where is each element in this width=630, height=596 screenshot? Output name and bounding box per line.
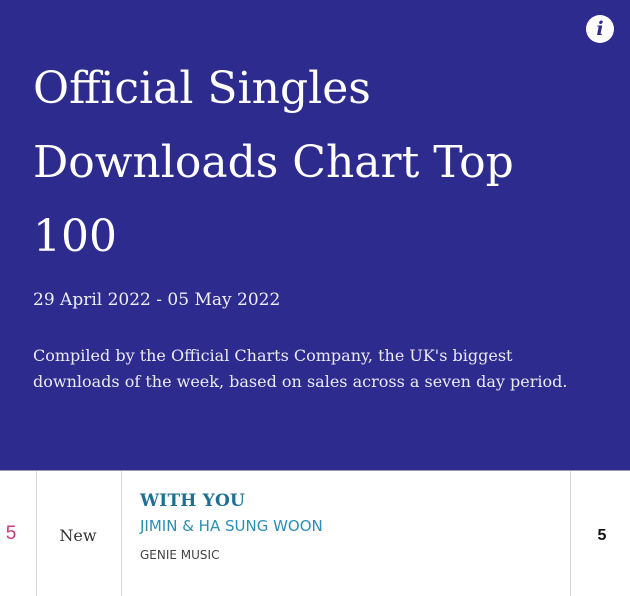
chart-date-range: 29 April 2022 - 05 May 2022	[33, 290, 281, 310]
chart-description: Compiled by the Official Charts Company,…	[33, 346, 568, 391]
info-icon: i	[596, 17, 604, 40]
info-button[interactable]: i	[586, 15, 614, 43]
chart-position: 5	[5, 523, 17, 544]
chart-title: Official Singles Downloads Chart Top 100	[33, 63, 514, 262]
column-divider	[570, 471, 571, 596]
chart-page: Official Singles Downloads Chart Top 100…	[0, 0, 630, 596]
chart-header: Official Singles Downloads Chart Top 100…	[0, 0, 630, 470]
column-divider	[121, 471, 122, 596]
last-week-status: New	[59, 526, 97, 545]
record-label: GENIE MUSIC	[140, 548, 220, 562]
peak-position: 5	[597, 527, 607, 544]
chart-row[interactable]: 5 New WITH YOU JIMIN & HA SUNG WOON GENI…	[0, 471, 630, 596]
column-divider	[36, 471, 37, 596]
artist-link[interactable]: JIMIN & HA SUNG WOON	[140, 517, 323, 535]
song-title-link[interactable]: WITH YOU	[140, 491, 245, 511]
